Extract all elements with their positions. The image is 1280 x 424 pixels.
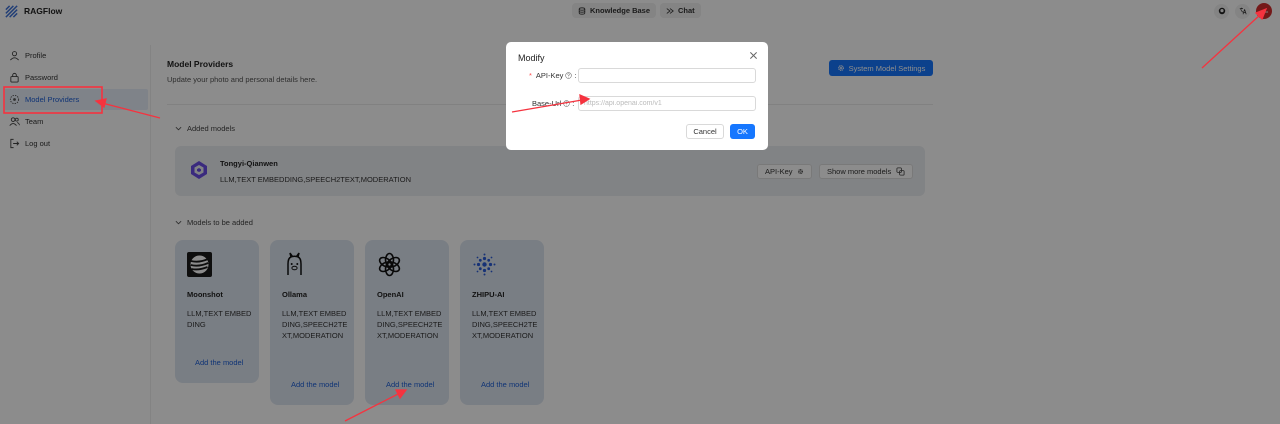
field-colon: : [572,99,575,108]
cancel-button[interactable]: Cancel [686,124,724,139]
page: RAGFlow Knowledge Base Chat hello Profil… [0,0,1280,424]
required-marker: * [529,71,532,80]
api-key-field-label: * API-Key : [529,71,577,80]
modify-dialog: Modify * API-Key : Base-Url : Cancel OK [506,42,768,150]
api-key-input[interactable] [578,68,756,83]
ok-button[interactable]: OK [730,124,755,139]
question-circle-icon [563,100,570,107]
dialog-title: Modify [518,53,545,63]
base-url-label-text: Base-Url [532,99,562,108]
field-colon: : [574,71,577,80]
close-icon[interactable] [749,51,758,60]
base-url-field-label: Base-Url : [532,99,574,108]
base-url-input[interactable] [578,96,756,111]
question-circle-icon [565,72,573,79]
api-key-label-text: API-Key [535,71,564,80]
